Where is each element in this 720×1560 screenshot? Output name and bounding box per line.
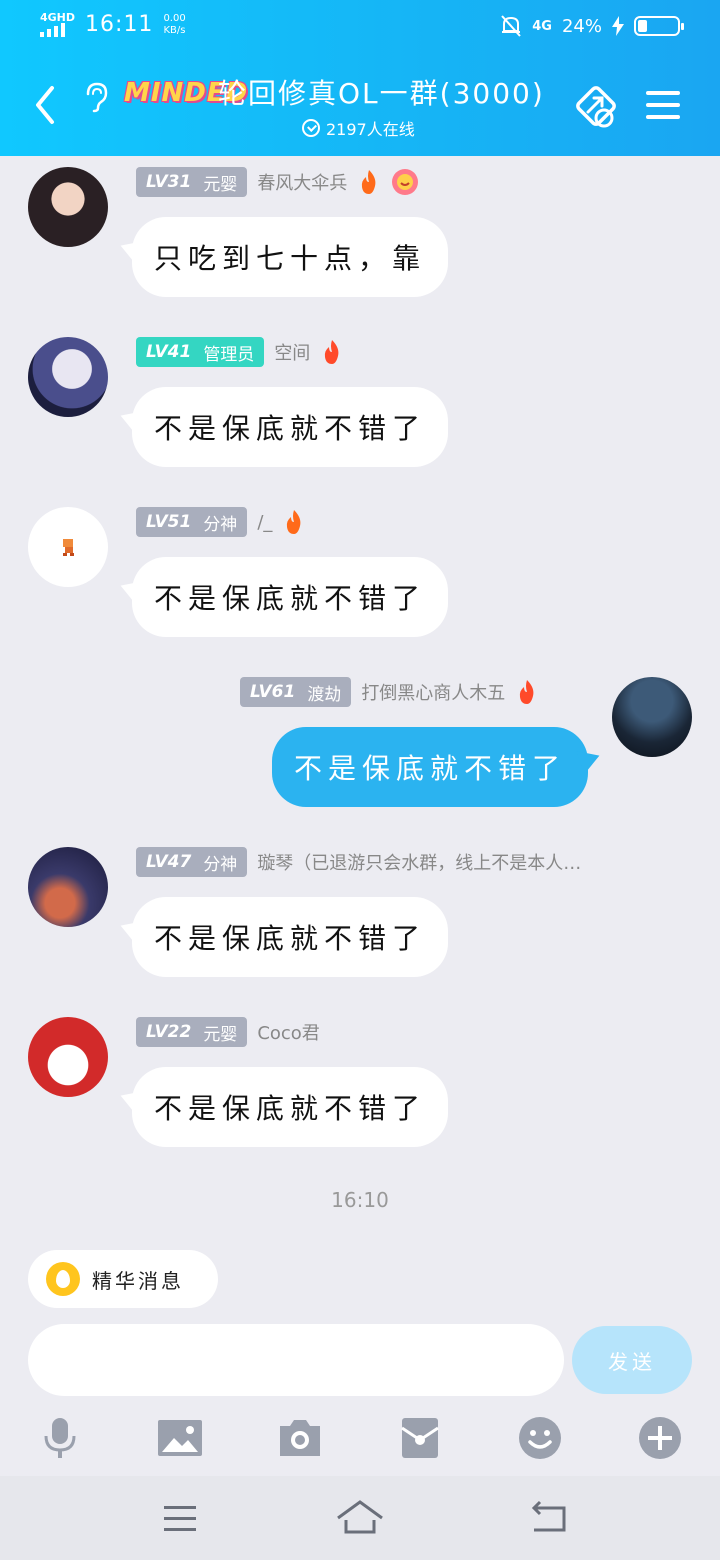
recent-apps-icon[interactable] xyxy=(156,1498,204,1538)
battery-icon xyxy=(634,16,684,36)
sender-name[interactable]: 空间 xyxy=(274,339,310,365)
smile-badge-icon xyxy=(392,169,419,195)
message-timestamp: 16:10 xyxy=(331,1188,389,1212)
sender-name[interactable]: 春风大伞兵 xyxy=(257,169,347,195)
message-bubble[interactable]: 不是保底就不错了 xyxy=(132,387,448,467)
back-nav-icon[interactable] xyxy=(526,1498,574,1538)
sender-meta: LV61 渡劫 打倒黑心商人木五 xyxy=(240,677,539,707)
sender-meta: LV41 管理员 空间 xyxy=(136,337,344,367)
red-packet-icon[interactable] xyxy=(396,1414,444,1462)
message-bubble[interactable]: 不是保底就不错了 xyxy=(132,897,448,977)
sender-meta: LV31 元婴 春风大伞兵 xyxy=(136,167,419,197)
essence-messages-button[interactable]: 精华消息 xyxy=(28,1250,218,1308)
message-input[interactable] xyxy=(28,1324,564,1396)
charging-icon xyxy=(612,16,624,36)
back-button[interactable] xyxy=(28,82,64,128)
level-badge: LV22 元婴 xyxy=(136,1017,248,1047)
signal-label: 4G xyxy=(532,18,552,34)
message-bubble[interactable]: 不是保底就不错了 xyxy=(132,1067,448,1147)
sender-meta: LV22 元婴 Coco君 xyxy=(136,1017,320,1047)
battery-percent: 24% xyxy=(561,15,602,37)
avatar[interactable] xyxy=(28,167,108,247)
sender-name[interactable]: /_ xyxy=(257,512,272,533)
sender-name[interactable]: 璇琴（已退游只会水群，线上不是本人… xyxy=(257,849,581,875)
emoji-icon[interactable] xyxy=(516,1414,564,1462)
speed-value: 0.00 xyxy=(163,12,186,24)
self-avatar[interactable] xyxy=(612,677,692,757)
sender-meta: LV51 分神 /_ xyxy=(136,507,306,537)
home-icon[interactable] xyxy=(336,1498,384,1538)
level-badge: LV47 分神 xyxy=(136,847,248,877)
camera-icon[interactable] xyxy=(276,1414,324,1462)
image-icon[interactable] xyxy=(156,1414,204,1462)
check-circle-icon xyxy=(302,119,320,137)
group-title[interactable]: 轮回修真OL一群(3000) xyxy=(218,72,545,112)
level-badge: LV61 渡劫 xyxy=(240,677,352,707)
status-bar: 4GHD 16:11 0.00 KB/s 4G 24% xyxy=(0,0,720,56)
online-count: 2197人在线 xyxy=(302,116,415,140)
flame-icon xyxy=(325,340,339,364)
level-badge: LV31 元婴 xyxy=(136,167,248,197)
nav-bar: MINDED 轮回修真OL一群(3000) 2197人在线 xyxy=(0,64,720,156)
pixel-character-icon xyxy=(63,539,74,556)
avatar[interactable] xyxy=(28,337,108,417)
level-text: LV22 xyxy=(146,1022,192,1042)
status-right: 4G 24% xyxy=(500,14,684,38)
send-button[interactable]: 发送 xyxy=(572,1326,692,1394)
plus-icon[interactable] xyxy=(636,1414,684,1462)
rank-text: 分神 xyxy=(203,514,238,535)
avatar[interactable] xyxy=(28,847,108,927)
composer: 发送 xyxy=(0,1320,720,1400)
drop-icon xyxy=(46,1262,80,1296)
share-icon[interactable] xyxy=(572,82,622,132)
level-badge: LV41 管理员 xyxy=(136,337,265,367)
chat-header: 4GHD 16:11 0.00 KB/s 4G 24% MINDED 轮回修真O… xyxy=(0,0,720,156)
online-count-text: 2197人在线 xyxy=(326,120,415,139)
message-bubble-self[interactable]: 不是保底就不错了 xyxy=(272,727,588,807)
status-left: 4GHD 16:11 0.00 KB/s xyxy=(40,12,186,37)
rank-text: 元婴 xyxy=(203,174,238,195)
level-text: LV31 xyxy=(146,172,192,192)
avatar[interactable] xyxy=(28,507,108,587)
ear-icon[interactable] xyxy=(82,80,110,114)
essence-label: 精华消息 xyxy=(92,1268,184,1293)
battery-fill xyxy=(638,20,647,32)
network-speed: 0.00 KB/s xyxy=(163,13,185,37)
network-badge: 4GHD xyxy=(40,11,76,24)
level-text: LV41 xyxy=(146,342,192,362)
level-badge: LV51 分神 xyxy=(136,507,248,537)
speed-unit: KB/s xyxy=(163,24,186,36)
mic-icon[interactable] xyxy=(36,1414,84,1462)
chat-area[interactable]: LV31 元婴 春风大伞兵 只吃到七十点，靠 LV41 管理员 空间 不是保底就不错… xyxy=(0,156,720,1236)
menu-icon[interactable] xyxy=(644,88,682,122)
system-nav-bar xyxy=(0,1476,720,1560)
input-toolbar xyxy=(0,1400,720,1476)
level-text: LV61 xyxy=(250,682,296,702)
sender-name[interactable]: Coco君 xyxy=(257,1019,320,1045)
rank-text: 分神 xyxy=(203,854,238,875)
level-text: LV47 xyxy=(146,852,192,872)
flame-icon xyxy=(287,510,301,534)
sender-name[interactable]: 打倒黑心商人木五 xyxy=(361,679,505,705)
message-bubble[interactable]: 不是保底就不错了 xyxy=(132,557,448,637)
rank-text: 管理员 xyxy=(203,344,255,365)
mute-bell-icon xyxy=(501,15,522,37)
avatar[interactable] xyxy=(28,1017,108,1097)
rank-text: 渡劫 xyxy=(307,684,342,705)
message-bubble[interactable]: 只吃到七十点，靠 xyxy=(132,217,448,297)
signal-bars-icon xyxy=(40,23,75,37)
sender-meta: LV47 分神 璇琴（已退游只会水群，线上不是本人… xyxy=(136,847,581,877)
level-text: LV51 xyxy=(146,512,192,532)
status-time: 16:11 xyxy=(85,12,154,37)
flame-icon xyxy=(520,680,534,704)
rank-text: 元婴 xyxy=(203,1024,238,1045)
network-indicator: 4GHD xyxy=(40,12,75,37)
flame-icon xyxy=(362,170,376,194)
